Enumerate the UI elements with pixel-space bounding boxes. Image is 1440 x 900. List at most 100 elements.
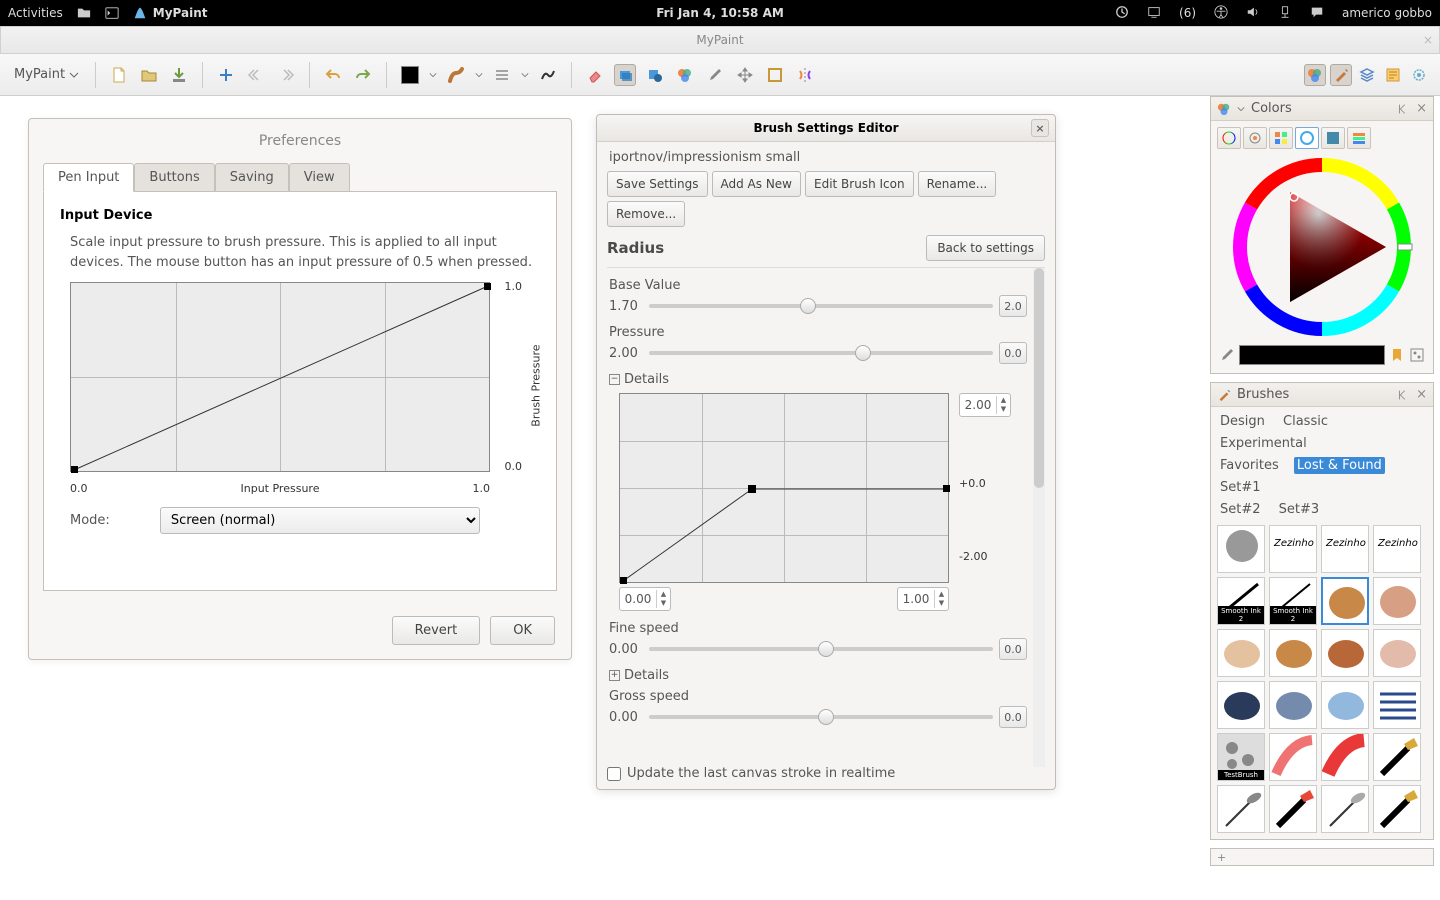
brush-thumb[interactable]: Zezinho — [1269, 525, 1317, 573]
frame-icon[interactable] — [764, 64, 786, 86]
brush-thumb[interactable]: Zezinho — [1373, 525, 1421, 573]
cat-experimental[interactable]: Experimental — [1217, 435, 1310, 452]
layers-panel-toggle-icon[interactable] — [1356, 64, 1378, 86]
collapse-icon[interactable] — [1396, 388, 1410, 402]
open-file-icon[interactable] — [138, 64, 160, 86]
brush-thumb[interactable]: Smooth Ink 2 — [1217, 577, 1265, 625]
brush-thumb[interactable] — [1321, 681, 1369, 729]
brush-thumb[interactable] — [1321, 785, 1369, 833]
bookmark-icon[interactable] — [1389, 347, 1405, 363]
line-mode-icon[interactable] — [491, 64, 513, 86]
brush-stroke-icon[interactable] — [445, 64, 467, 86]
rename-button[interactable]: Rename... — [918, 171, 997, 197]
scrollbar[interactable] — [1033, 268, 1045, 767]
chevron-down-icon[interactable] — [1237, 105, 1245, 113]
cat-favorites[interactable]: Favorites — [1217, 457, 1282, 474]
accessibility-icon[interactable] — [1214, 5, 1228, 22]
brush-thumb[interactable]: Zezinho — [1321, 525, 1369, 573]
nav-prev-icon[interactable] — [245, 64, 267, 86]
cat-set1[interactable]: Set#1 — [1217, 479, 1264, 496]
brush-thumb[interactable] — [1373, 785, 1421, 833]
symmetry-icon[interactable] — [794, 64, 816, 86]
brush-thumb[interactable] — [1373, 629, 1421, 677]
details-toggle[interactable]: −Details — [609, 372, 1027, 387]
move-icon[interactable] — [734, 64, 756, 86]
color-tab-3[interactable] — [1269, 127, 1293, 149]
brush-thumb[interactable]: TestBrush — [1217, 733, 1265, 781]
cat-design[interactable]: Design — [1217, 413, 1268, 430]
brush-thumb-selected[interactable] — [1321, 577, 1369, 625]
freehand-icon[interactable] — [537, 64, 559, 86]
close-icon[interactable]: × — [1416, 387, 1427, 402]
revert-button[interactable]: Revert — [392, 616, 481, 645]
eraser-icon[interactable] — [584, 64, 606, 86]
files-icon[interactable] — [77, 6, 91, 20]
ok-button[interactable]: OK — [490, 616, 555, 645]
layer-tool-icon[interactable] — [614, 64, 636, 86]
volume-icon[interactable] — [1246, 5, 1260, 22]
save-file-icon[interactable] — [168, 64, 190, 86]
remove-button[interactable]: Remove... — [607, 201, 685, 227]
activities-button[interactable]: Activities — [8, 6, 63, 20]
brush-thumb[interactable] — [1217, 629, 1265, 677]
cat-set3[interactable]: Set#3 — [1276, 501, 1323, 518]
color-tool-icon[interactable] — [674, 64, 696, 86]
color-tab-6[interactable] — [1347, 127, 1371, 149]
curve-x-min-spin[interactable]: 0.00▲▼ — [619, 587, 671, 611]
base-value-slider[interactable]: 1.70 2.0 — [609, 295, 1027, 317]
brush-thumb[interactable]: Smooth Ink 2 — [1269, 577, 1317, 625]
brush-thumb[interactable] — [1373, 681, 1421, 729]
pressure-curve-graph[interactable]: 1.0 0.0 Brush Pressure — [70, 282, 530, 482]
brush-thumb[interactable] — [1269, 629, 1317, 677]
color-tab-1[interactable] — [1217, 127, 1241, 149]
brush-thumb[interactable] — [1217, 525, 1265, 573]
close-icon[interactable]: × — [1416, 101, 1427, 116]
collapsed-panel[interactable]: + — [1210, 848, 1434, 866]
notifications-count[interactable]: (6) — [1179, 6, 1196, 20]
new-file-icon[interactable] — [108, 64, 130, 86]
gross-speed-slider[interactable]: 0.00 0.0 — [609, 706, 1027, 728]
add-as-new-button[interactable]: Add As New — [712, 171, 802, 197]
tab-pen-input[interactable]: Pen Input — [43, 163, 134, 192]
screen-icon[interactable] — [1147, 5, 1161, 22]
color-panel-toggle-icon[interactable] — [1304, 64, 1326, 86]
nav-next-icon[interactable] — [275, 64, 297, 86]
color-tab-4[interactable] — [1295, 127, 1319, 149]
current-color-swatch[interactable] — [1239, 345, 1385, 365]
color-tab-2[interactable] — [1243, 127, 1267, 149]
save-settings-button[interactable]: Save Settings — [607, 171, 708, 197]
curve-x-max-spin[interactable]: 1.00▲▼ — [897, 587, 949, 611]
cat-classic[interactable]: Classic — [1280, 413, 1331, 430]
cat-lost-found[interactable]: Lost & Found — [1294, 457, 1385, 474]
active-app[interactable]: MyPaint — [133, 6, 208, 20]
clock-icon[interactable] — [1115, 5, 1129, 22]
color-wheel[interactable] — [1217, 153, 1427, 341]
user-menu[interactable]: americo gobbo — [1342, 6, 1432, 20]
app-menu-button[interactable]: MyPaint — [10, 63, 83, 86]
brush-thumb[interactable] — [1269, 733, 1317, 781]
color-tab-5[interactable] — [1321, 127, 1345, 149]
settings-toggle-icon[interactable] — [1408, 64, 1430, 86]
brush-thumb[interactable] — [1217, 681, 1265, 729]
chevron-down-icon[interactable] — [475, 71, 483, 79]
brush-thumb[interactable] — [1373, 733, 1421, 781]
fine-details-toggle[interactable]: +Details — [609, 668, 1027, 683]
pressure-curve-editor[interactable] — [619, 393, 949, 583]
brush-thumb[interactable] — [1321, 629, 1369, 677]
brush-thumb[interactable] — [1269, 681, 1317, 729]
color-swatch-icon[interactable] — [399, 64, 421, 86]
realtime-checkbox-row[interactable]: Update the last canvas stroke in realtim… — [607, 766, 895, 781]
fine-speed-slider[interactable]: 0.00 0.0 — [609, 638, 1027, 660]
realtime-checkbox[interactable] — [607, 767, 621, 781]
network-icon[interactable] — [1278, 5, 1292, 22]
brush-thumb[interactable] — [1217, 785, 1265, 833]
eyedropper-icon[interactable] — [1219, 347, 1235, 363]
terminal-icon[interactable] — [105, 6, 119, 20]
palette-icon[interactable] — [1409, 347, 1425, 363]
chevron-down-icon[interactable] — [429, 71, 437, 79]
layer-mask-icon[interactable] — [644, 64, 666, 86]
collapse-icon[interactable] — [1396, 102, 1410, 116]
mode-select[interactable]: Screen (normal) — [160, 507, 480, 534]
window-close-icon[interactable]: × — [1423, 33, 1433, 47]
back-to-settings-button[interactable]: Back to settings — [926, 235, 1045, 261]
